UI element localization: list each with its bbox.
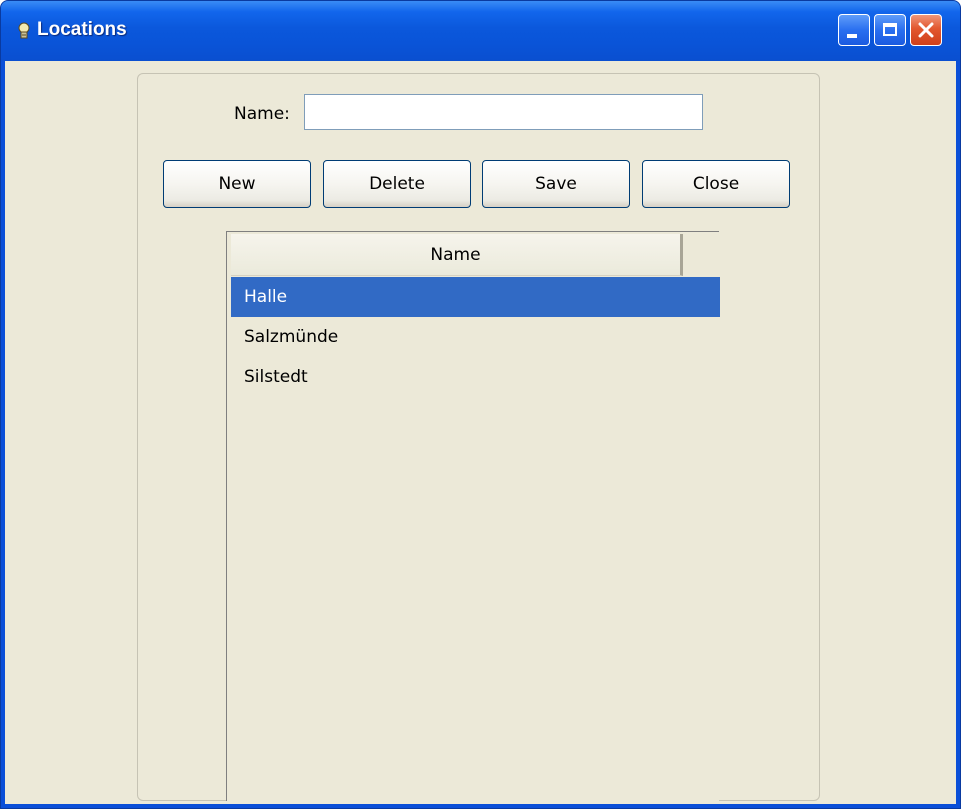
table-row[interactable]: Silstedt <box>231 357 720 397</box>
name-label: Name: <box>234 104 290 124</box>
table-row[interactable]: Halle <box>231 277 720 317</box>
name-field[interactable] <box>304 94 703 130</box>
save-button[interactable]: Save <box>482 160 630 208</box>
new-button[interactable]: New <box>163 160 311 208</box>
minimize-button[interactable] <box>838 14 870 46</box>
maximize-button[interactable] <box>874 14 906 46</box>
locations-window: Locations Name: New Delete Save Close Na… <box>0 0 961 809</box>
close-icon <box>918 22 934 38</box>
table-row[interactable]: Salzmünde <box>231 317 720 357</box>
window-title: Locations <box>37 19 127 40</box>
close-window-button[interactable] <box>910 14 942 46</box>
delete-button[interactable]: Delete <box>323 160 471 208</box>
title-bar[interactable]: Locations <box>1 1 960 61</box>
column-header-name[interactable]: Name <box>231 234 683 276</box>
locations-table[interactable]: Name Halle Salzmünde Silstedt <box>226 231 720 801</box>
client-area: Name: New Delete Save Close Name Halle S… <box>5 61 956 804</box>
close-button[interactable]: Close <box>642 160 790 208</box>
app-icon <box>17 22 31 40</box>
